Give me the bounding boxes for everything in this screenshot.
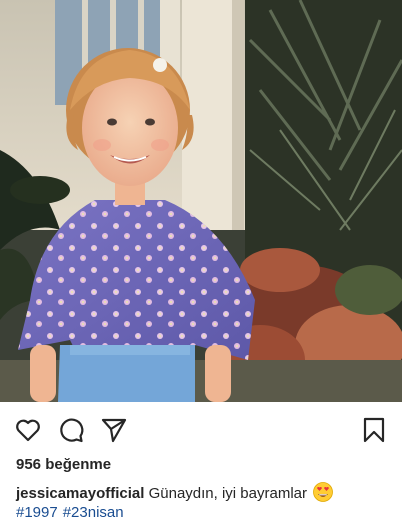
- photo-child-portrait: [0, 0, 402, 402]
- bookmark-icon[interactable]: [360, 416, 388, 444]
- hashtag-link[interactable]: #1997: [16, 504, 58, 521]
- post-photo[interactable]: [0, 0, 402, 402]
- heart-icon[interactable]: [14, 416, 42, 444]
- caption-hashtags: #1997 #23nisan: [16, 503, 129, 523]
- post-caption: jessicamayofficial Günaydın, iyi bayraml…: [16, 482, 388, 505]
- paper-plane-icon[interactable]: [100, 416, 128, 444]
- likes-count[interactable]: 956 beğenme: [16, 456, 111, 473]
- hashtag-link[interactable]: #23nisan: [63, 504, 124, 521]
- post-action-bar: [0, 408, 402, 448]
- comment-bubble-icon[interactable]: [57, 416, 85, 444]
- caption-username[interactable]: jessicamayofficial: [16, 485, 144, 502]
- caption-text: Günaydın, iyi bayramlar: [148, 485, 307, 502]
- heart-eyes-emoji-icon: [313, 482, 334, 502]
